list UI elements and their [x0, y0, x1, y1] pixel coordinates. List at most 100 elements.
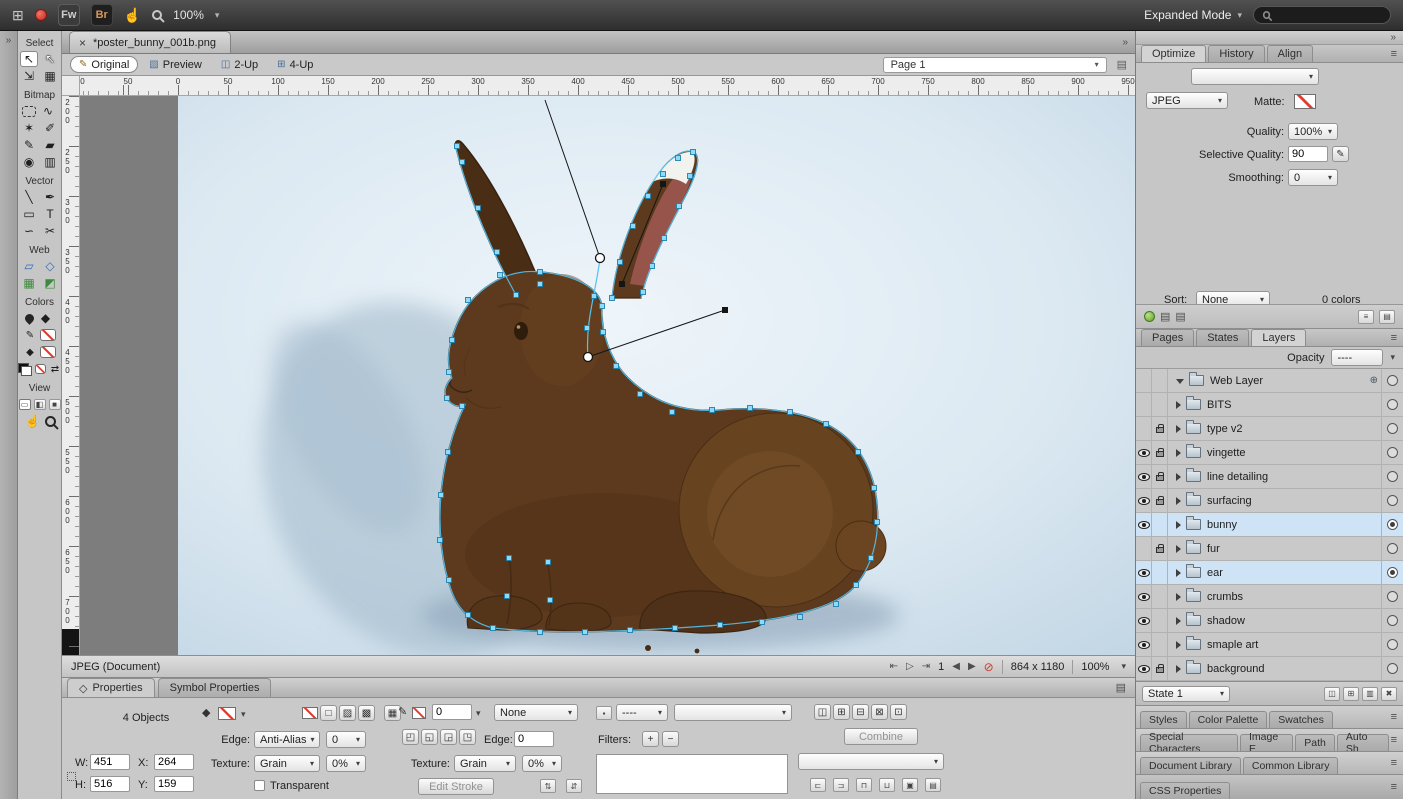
layer-name[interactable]: bunny [1207, 519, 1381, 531]
zoom-caret-icon[interactable]: ▾ [215, 10, 220, 21]
expand-triangle-icon[interactable] [1176, 545, 1181, 553]
stop-icon[interactable]: ⊘ [984, 660, 994, 674]
fill-texture-combo[interactable]: Grain▾ [254, 755, 320, 772]
layer-row-fur[interactable]: fur [1136, 537, 1403, 561]
visibility-cell[interactable] [1136, 393, 1152, 416]
eye-icon[interactable] [1138, 569, 1150, 577]
layer-row-bunny[interactable]: bunny [1136, 513, 1403, 537]
layer-name[interactable]: ear [1207, 567, 1381, 579]
tab-swatches[interactable]: Swatches [1269, 711, 1333, 728]
eye-icon[interactable] [1138, 641, 1150, 649]
selection-point[interactable] [875, 520, 880, 525]
stroke-size-caret-icon[interactable]: ▾ [476, 708, 481, 719]
selection-point[interactable] [618, 260, 623, 265]
eye-icon[interactable] [1138, 449, 1150, 457]
expand-triangle-icon[interactable] [1176, 569, 1181, 577]
add-filter-button[interactable]: + [642, 731, 659, 747]
tabbar-collapse-icon[interactable]: » [1122, 37, 1128, 48]
stroke-type-combo[interactable]: None▾ [494, 704, 578, 721]
polygon-slice-tool[interactable]: ◩ [41, 275, 59, 291]
lasso-tool[interactable]: ∿ [39, 103, 57, 119]
scale-tool[interactable]: ⇲ [20, 68, 38, 84]
selection-point[interactable] [446, 450, 451, 455]
filter-preset-combo[interactable]: ----▾ [616, 704, 668, 721]
opacity-caret-icon[interactable]: ▾ [1390, 352, 1395, 363]
tab-special-characters[interactable]: Special Characters [1140, 734, 1238, 751]
handle-point[interactable] [660, 181, 666, 187]
tab-pages[interactable]: Pages [1141, 329, 1194, 346]
matte-color-chip[interactable] [1294, 94, 1316, 109]
layer-row-vingette[interactable]: vingette [1136, 441, 1403, 465]
expand-triangle-icon[interactable] [1176, 521, 1181, 529]
fill-pattern-button[interactable]: ▩ [358, 705, 375, 721]
visibility-cell[interactable] [1136, 489, 1152, 512]
selection-point[interactable] [546, 560, 551, 565]
view-button-preview[interactable]: ▧Preview [141, 56, 210, 73]
export-format-combo[interactable]: JPEG▾ [1146, 92, 1228, 109]
layer-name[interactable]: smaple art [1207, 639, 1381, 651]
layer-select-circle[interactable] [1387, 399, 1398, 410]
expand-triangle-icon[interactable] [1176, 473, 1181, 481]
height-input[interactable] [90, 776, 130, 792]
layer-name[interactable]: shadow [1207, 615, 1381, 627]
fill-texture-amount-combo[interactable]: 0%▾ [326, 755, 366, 772]
layer-row-shadow[interactable]: shadow [1136, 609, 1403, 633]
hotspot-tool[interactable]: ▱ [20, 258, 38, 274]
state-combo[interactable]: State 1▾ [1142, 686, 1230, 702]
selection-point[interactable] [460, 404, 465, 409]
crop-tool[interactable]: ▦ [41, 68, 59, 84]
selective-quality-edit-button[interactable]: ✎ [1332, 146, 1349, 162]
selection-point[interactable] [548, 598, 553, 603]
stroke-fill-over-button[interactable]: ◳ [459, 729, 476, 745]
selection-point[interactable] [466, 298, 471, 303]
eye-icon[interactable] [1138, 473, 1150, 481]
view-button-two-up[interactable]: ◫2-Up [213, 56, 266, 73]
tab-symbol-properties[interactable]: Symbol Properties [158, 678, 272, 697]
page-options-icon[interactable]: ▤ [1117, 58, 1127, 71]
visibility-cell[interactable] [1136, 513, 1152, 536]
selection-point[interactable] [585, 326, 590, 331]
slice-tool[interactable]: ▦ [20, 275, 38, 291]
fill-well-icon[interactable]: ◆ [202, 706, 210, 719]
tab-states[interactable]: States [1196, 329, 1249, 346]
brush-tool[interactable]: ✐ [41, 120, 59, 136]
lock-cell[interactable] [1152, 633, 1168, 656]
selection-point[interactable] [798, 615, 803, 620]
align-button-5[interactable]: ▣ [902, 778, 918, 792]
optimize-color-icon[interactable] [1144, 311, 1155, 322]
doc-format-label[interactable]: JPEG (Document) [71, 661, 160, 673]
selection-point[interactable] [641, 290, 646, 295]
anchor-point[interactable] [584, 353, 593, 362]
expand-triangle-icon[interactable] [1176, 497, 1181, 505]
y-input[interactable] [154, 776, 194, 792]
lock-cell[interactable] [1152, 513, 1168, 536]
layer-select-circle[interactable] [1387, 543, 1398, 554]
tab-common-library[interactable]: Common Library [1243, 757, 1339, 774]
lock-cell[interactable] [1152, 417, 1168, 440]
expand-triangle-icon[interactable] [1176, 425, 1181, 433]
fullscreen-mode-button[interactable]: ■ [49, 399, 61, 410]
selection-point[interactable] [600, 304, 605, 309]
selection-point[interactable] [439, 493, 444, 498]
canvas-size-label[interactable]: 864 x 1180 [1011, 661, 1065, 673]
selection-point[interactable] [631, 224, 636, 229]
selection-point[interactable] [824, 422, 829, 427]
layer-select-circle[interactable] [1387, 471, 1398, 482]
layer-name[interactable]: BITS [1207, 399, 1381, 411]
quality-combo[interactable]: 100%▾ [1288, 123, 1338, 140]
stroke-center-button[interactable]: ◱ [421, 729, 438, 745]
text-tool[interactable]: T [41, 206, 59, 222]
bridge-icon[interactable]: Br [91, 4, 113, 26]
layer-select-circle[interactable] [1387, 519, 1398, 530]
lock-icon[interactable] [1156, 451, 1164, 457]
selective-quality-input[interactable] [1288, 146, 1328, 162]
layer-name[interactable]: line detailing [1207, 471, 1381, 483]
lock-cell[interactable] [1152, 369, 1168, 392]
fill-color-swatch[interactable] [40, 346, 56, 358]
swap-colors-icon[interactable]: ⇄ [49, 361, 61, 377]
collapse-dock-icon[interactable]: » [0, 31, 17, 46]
fill-caret-icon[interactable]: ▾ [241, 709, 246, 720]
visibility-cell[interactable] [1136, 417, 1152, 440]
selection-point[interactable] [691, 150, 696, 155]
tab-path[interactable]: Path [1295, 734, 1335, 751]
